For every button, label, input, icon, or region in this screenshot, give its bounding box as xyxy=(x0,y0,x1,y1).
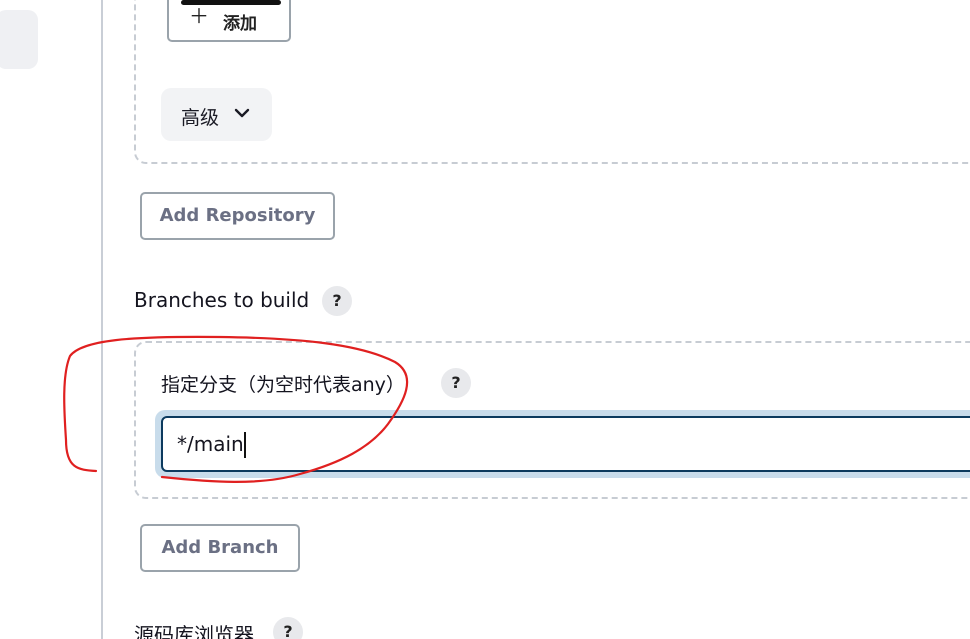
chevron-down-icon xyxy=(234,108,250,118)
advanced-button[interactable]: 高级 xyxy=(161,88,272,141)
text-caret xyxy=(244,432,246,458)
branches-help-button[interactable]: ? xyxy=(322,286,352,316)
config-page: ＋ 添加 高级 Add Repository Branches to build… xyxy=(0,0,970,639)
add-button-label: 添加 xyxy=(223,14,257,34)
sidebar-item[interactable] xyxy=(0,10,38,69)
branches-to-build-label: Branches to build xyxy=(134,288,310,312)
branch-specifier-input[interactable] xyxy=(161,416,970,472)
branch-specifier-label: 指定分支（为空时代表any） xyxy=(161,374,405,396)
sidebar-divider xyxy=(101,0,103,639)
add-repository-button[interactable]: Add Repository xyxy=(140,192,335,240)
repository-browser-help-button[interactable]: ? xyxy=(273,617,303,639)
add-branch-button[interactable]: Add Branch xyxy=(140,524,300,572)
advanced-label: 高级 xyxy=(181,107,220,129)
branch-specifier-help-button[interactable]: ? xyxy=(441,368,471,398)
add-credentials-button[interactable]: ＋ 添加 xyxy=(167,0,291,42)
repository-browser-label: 源码库浏览器 xyxy=(134,623,254,639)
plus-icon: ＋ xyxy=(189,4,209,28)
